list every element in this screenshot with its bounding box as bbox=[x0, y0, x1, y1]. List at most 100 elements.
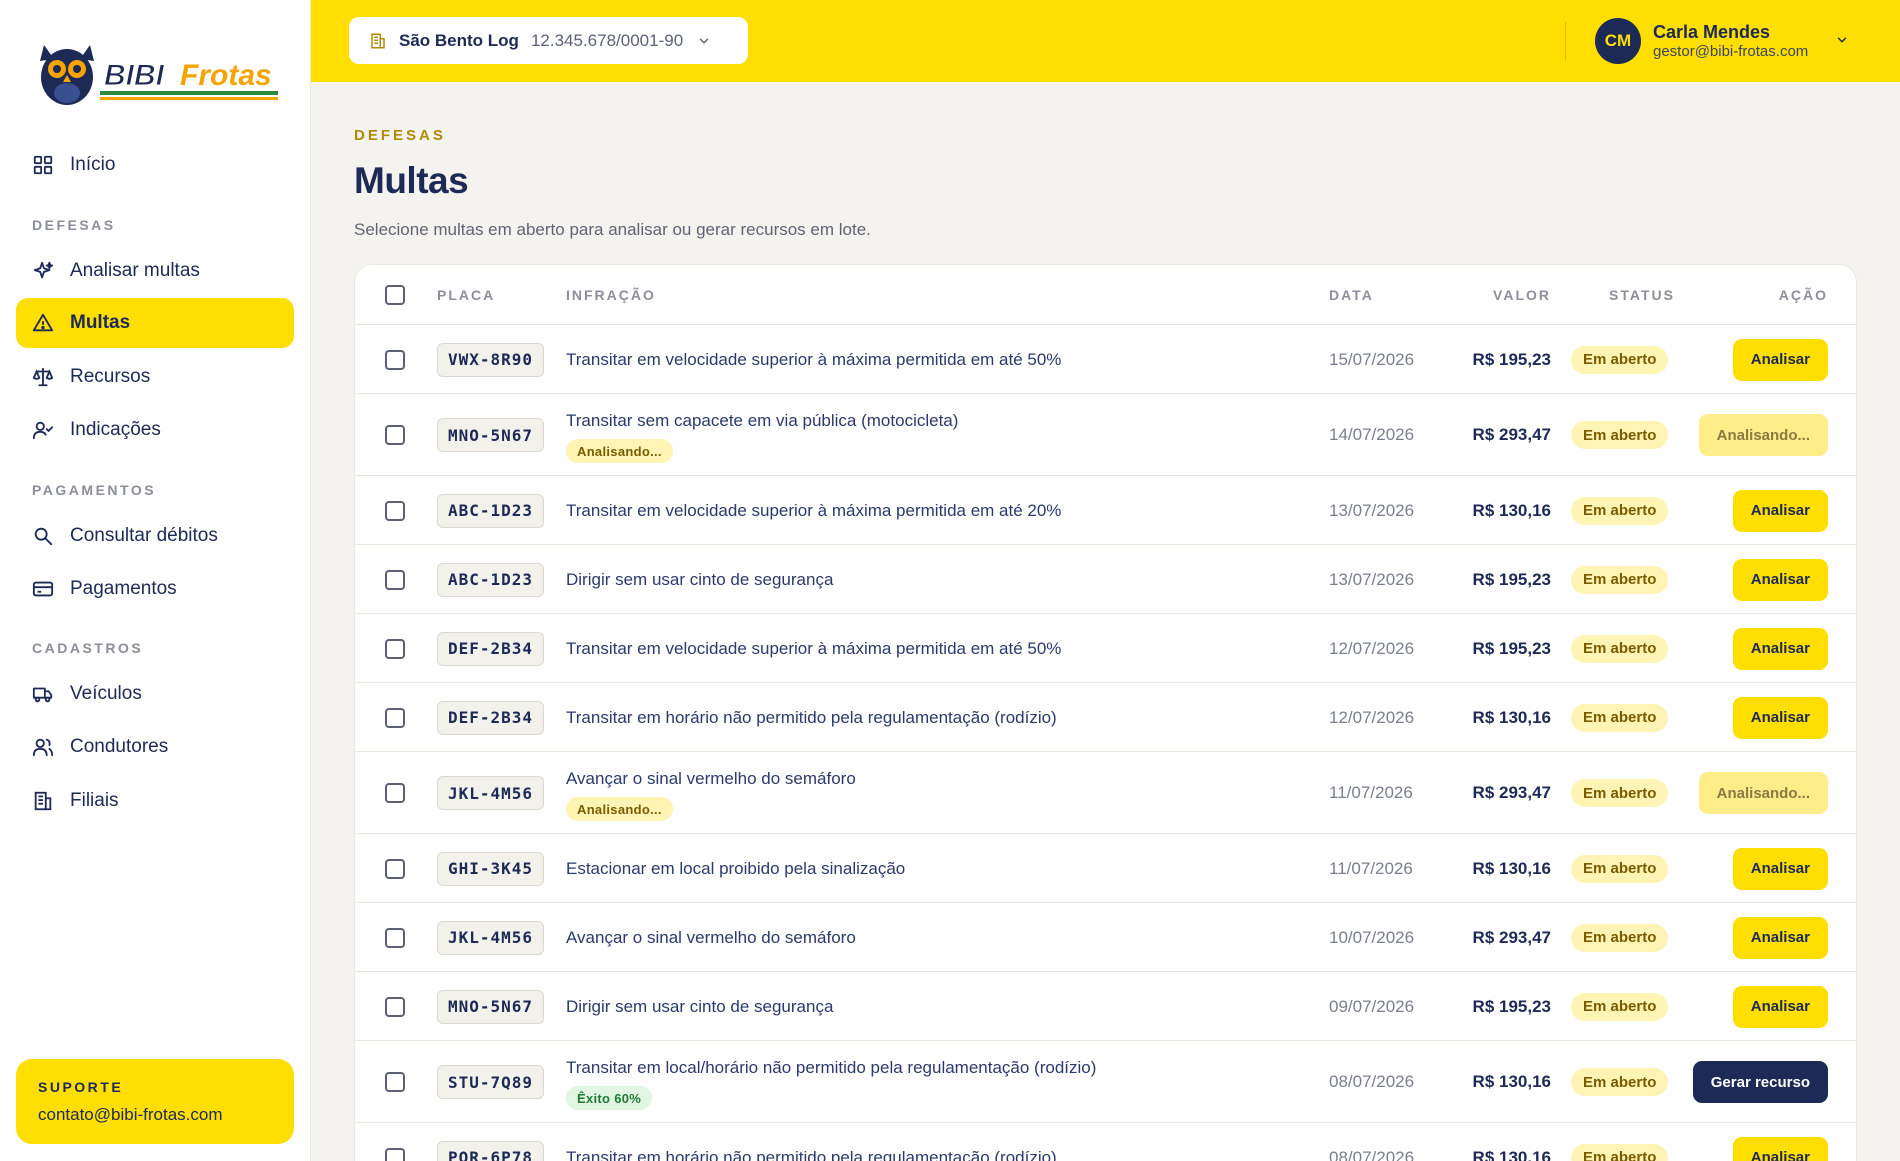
sparkle-icon bbox=[32, 260, 54, 282]
infraction-text: Transitar em local/horário não permitido… bbox=[566, 1058, 1097, 1077]
table-row[interactable]: JKL-4M56 Avançar o sinal vermelho do semá… bbox=[355, 752, 1856, 834]
support-box[interactable]: SUPORTE contato@bibi-frotas.com bbox=[16, 1059, 294, 1144]
analyze-button[interactable]: Analisar bbox=[1732, 558, 1828, 601]
sidebar-item-inicio[interactable]: Início bbox=[16, 140, 294, 190]
date-cell: 10/07/2026 bbox=[1329, 927, 1415, 947]
row-checkbox[interactable] bbox=[385, 996, 405, 1017]
plate-badge: VWX-8R90 bbox=[437, 342, 545, 377]
svg-text:Frotas: Frotas bbox=[180, 59, 272, 92]
analyze-button[interactable]: Analisar bbox=[1732, 847, 1828, 890]
avatar[interactable]: CM bbox=[1595, 18, 1641, 64]
date-cell: 11/07/2026 bbox=[1329, 783, 1413, 802]
status-badge: Em aberto bbox=[1571, 634, 1669, 663]
plate-badge: JKL-4M56 bbox=[437, 920, 545, 955]
row-checkbox[interactable] bbox=[385, 783, 405, 803]
fines-table: PLACA INFRAÇÃO DATA VALOR STATUS AÇÃO VW… bbox=[354, 264, 1857, 1161]
date-cell: 11/07/2026 bbox=[1329, 858, 1413, 878]
sidebar-item-recursos[interactable]: Recursos bbox=[16, 352, 294, 402]
analyze-button[interactable]: Analisar bbox=[1732, 916, 1828, 959]
analyze-button[interactable]: Analisar bbox=[1732, 338, 1828, 381]
row-checkbox[interactable] bbox=[385, 858, 405, 879]
row-checkbox[interactable] bbox=[385, 425, 405, 445]
row-checkbox[interactable] bbox=[385, 927, 405, 948]
analyze-button[interactable]: Analisar bbox=[1732, 489, 1828, 532]
status-badge: Em aberto bbox=[1571, 496, 1669, 525]
sidebar-item-indicacoes[interactable]: Indicações bbox=[16, 405, 294, 455]
building-icon bbox=[371, 33, 385, 48]
sidebar: BIBI Frotas Início DEFESAS Analisar mult… bbox=[0, 0, 311, 1161]
row-checkbox[interactable] bbox=[385, 569, 405, 590]
table-row[interactable]: PQR-6P78 Transitar em horário não permiti… bbox=[355, 1123, 1856, 1161]
sidebar-item-analisar-multas[interactable]: Analisar multas bbox=[16, 246, 294, 296]
table-row[interactable]: ABC-1D23 Dirigir sem usar cinto de segura… bbox=[355, 545, 1856, 614]
row-checkbox[interactable] bbox=[385, 1072, 405, 1092]
header-placa: PLACA bbox=[437, 287, 496, 303]
row-checkbox[interactable] bbox=[385, 707, 405, 728]
sidebar-item-consultar-debitos[interactable]: Consultar débitos bbox=[16, 511, 294, 561]
user-name[interactable]: Carla Mendes bbox=[1653, 22, 1770, 43]
sidebar-item-label: Indicações bbox=[70, 419, 161, 440]
scale-icon bbox=[32, 366, 54, 388]
table-row[interactable]: DEF-2B34 Transitar em horário não permiti… bbox=[355, 683, 1856, 752]
chevron-down-icon[interactable] bbox=[1835, 33, 1849, 47]
infraction-text: Dirigir sem usar cinto de segurança bbox=[566, 996, 834, 1016]
analyze-button[interactable]: Analisar bbox=[1732, 696, 1828, 739]
infraction-text: Transitar em velocidade superior à máxim… bbox=[566, 638, 1062, 658]
status-badge: Em aberto bbox=[1571, 1143, 1669, 1161]
infraction-text: Avançar o sinal vermelho do semáforo bbox=[566, 927, 856, 947]
plate-badge: JKL-4M56 bbox=[437, 776, 545, 810]
plate-badge: ABC-1D23 bbox=[437, 493, 545, 528]
infraction-text: Transitar sem capacete em via pública (m… bbox=[566, 411, 959, 430]
status-badge: Em aberto bbox=[1571, 703, 1669, 732]
bibi-frotas-logo[interactable]: BIBI Frotas bbox=[34, 33, 279, 109]
value-cell: R$ 130,16 bbox=[1472, 707, 1551, 727]
status-badge: Em aberto bbox=[1571, 854, 1669, 883]
plate-badge: ABC-1D23 bbox=[437, 562, 545, 597]
generate-appeal-button[interactable]: Gerar recurso bbox=[1692, 1061, 1828, 1103]
analyze-button[interactable]: Analisar bbox=[1732, 1136, 1828, 1161]
analyzing-badge: Analisando... bbox=[566, 797, 673, 821]
date-cell: 12/07/2026 bbox=[1329, 707, 1415, 727]
analyzing-badge: Analisando... bbox=[566, 439, 673, 463]
company-name: São Bento Log bbox=[399, 30, 519, 50]
plate-badge: GHI-3K45 bbox=[437, 851, 545, 886]
table-row[interactable]: GHI-3K45 Estacionar em local proibido pel… bbox=[355, 834, 1856, 903]
row-checkbox[interactable] bbox=[385, 500, 405, 521]
table-row[interactable]: JKL-4M56 Avançar o sinal vermelho do semá… bbox=[355, 903, 1856, 972]
sidebar-item-filiais[interactable]: Filiais bbox=[16, 776, 294, 826]
section-label-defesas: DEFESAS bbox=[32, 217, 116, 233]
value-cell: R$ 130,16 bbox=[1472, 1147, 1551, 1161]
infraction-text: Transitar em horário não permitido pela … bbox=[566, 1147, 1057, 1161]
table-row[interactable]: VWX-8R90 Transitar em velocidade superior… bbox=[355, 325, 1856, 394]
table-row[interactable]: ABC-1D23 Transitar em velocidade superior… bbox=[355, 476, 1856, 545]
table-row[interactable]: DEF-2B34 Transitar em velocidade superior… bbox=[355, 614, 1856, 683]
value-cell: R$ 195,23 bbox=[1472, 349, 1551, 369]
status-badge: Em aberto bbox=[1571, 1068, 1669, 1096]
analyzing-button[interactable]: Analisando... bbox=[1698, 414, 1828, 456]
support-email[interactable]: contato@bibi-frotas.com bbox=[38, 1105, 272, 1125]
section-label-pagamentos: PAGAMENTOS bbox=[32, 482, 157, 498]
table-header: PLACA INFRAÇÃO DATA VALOR STATUS AÇÃO bbox=[355, 265, 1856, 325]
analyze-button[interactable]: Analisar bbox=[1732, 627, 1828, 670]
credit-card-icon bbox=[32, 578, 54, 600]
table-row[interactable]: STU-7Q89 Transitar em local/horário não p… bbox=[355, 1041, 1856, 1123]
sidebar-item-veiculos[interactable]: Veículos bbox=[16, 669, 294, 719]
date-cell: 15/07/2026 bbox=[1329, 349, 1415, 369]
row-checkbox[interactable] bbox=[385, 349, 405, 370]
row-checkbox[interactable] bbox=[385, 638, 405, 659]
analyzing-button[interactable]: Analisando... bbox=[1698, 772, 1828, 814]
page-subtitle: Selecione multas em aberto para analisar… bbox=[354, 220, 871, 239]
date-cell: 14/07/2026 bbox=[1329, 425, 1415, 444]
sidebar-item-pagamentos[interactable]: Pagamentos bbox=[16, 564, 294, 614]
select-all-checkbox[interactable] bbox=[385, 285, 405, 305]
company-selector[interactable]: São Bento Log 12.345.678/0001-90 bbox=[349, 17, 748, 64]
sidebar-item-label: Condutores bbox=[70, 736, 169, 757]
analyze-button[interactable]: Analisar bbox=[1732, 985, 1828, 1028]
table-row[interactable]: MNO-5N67 Transitar sem capacete em via pú… bbox=[355, 394, 1856, 476]
sidebar-item-multas[interactable]: Multas bbox=[16, 298, 294, 348]
sidebar-item-condutores[interactable]: Condutores bbox=[16, 722, 294, 772]
row-checkbox[interactable] bbox=[385, 1147, 405, 1161]
table-row[interactable]: MNO-5N67 Dirigir sem usar cinto de segura… bbox=[355, 972, 1856, 1041]
value-cell: R$ 195,23 bbox=[1472, 569, 1551, 589]
infraction-text: Dirigir sem usar cinto de segurança bbox=[566, 569, 834, 589]
